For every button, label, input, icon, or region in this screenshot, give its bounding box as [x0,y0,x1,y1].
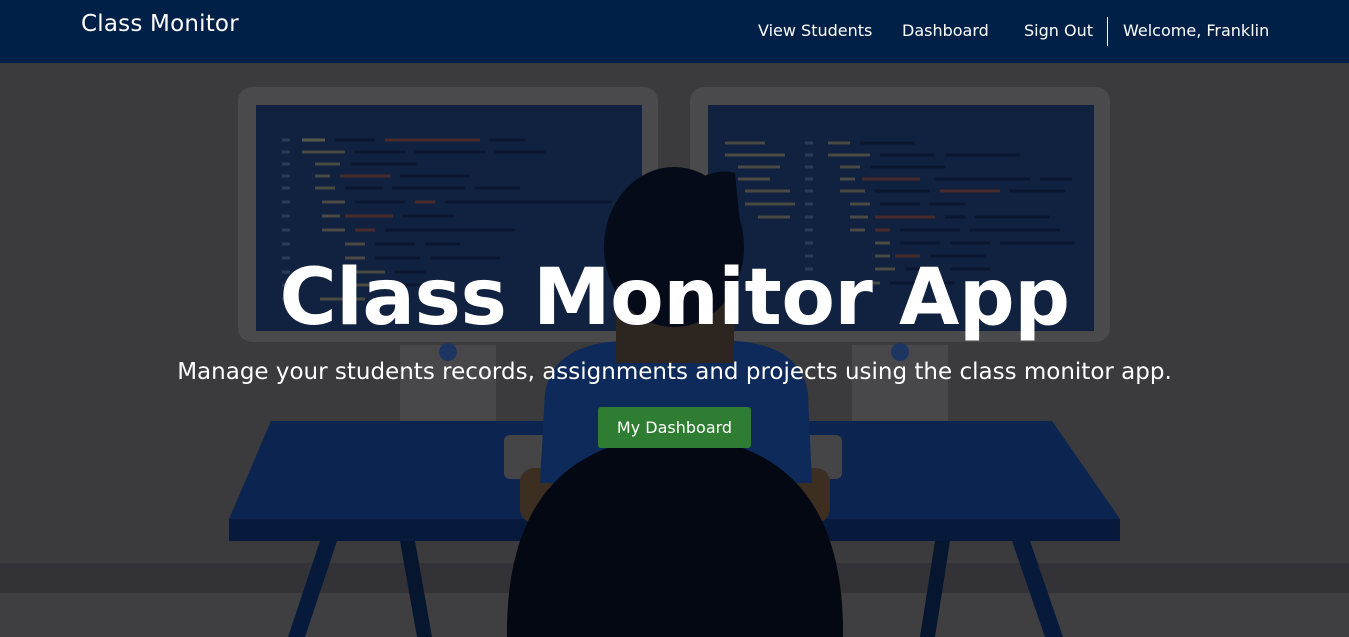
hero-subtitle: Manage your students records, assignment… [177,359,1172,385]
nav-dashboard[interactable]: Dashboard [902,21,989,40]
nav-view-students[interactable]: View Students [758,21,872,40]
hero-background-illustration [0,63,1349,637]
hero-title: Class Monitor App [279,253,1070,343]
nav-sign-out[interactable]: Sign Out [1024,21,1093,40]
brand-logo-text[interactable]: Class Monitor [81,11,239,37]
welcome-user-text: Welcome, Franklin [1123,21,1270,40]
nav-divider [1107,17,1108,46]
hero-section: Class Monitor App Manage your students r… [0,63,1349,637]
my-dashboard-button[interactable]: My Dashboard [598,407,751,448]
top-navbar: Class Monitor View Students Dashboard Si… [0,0,1349,63]
